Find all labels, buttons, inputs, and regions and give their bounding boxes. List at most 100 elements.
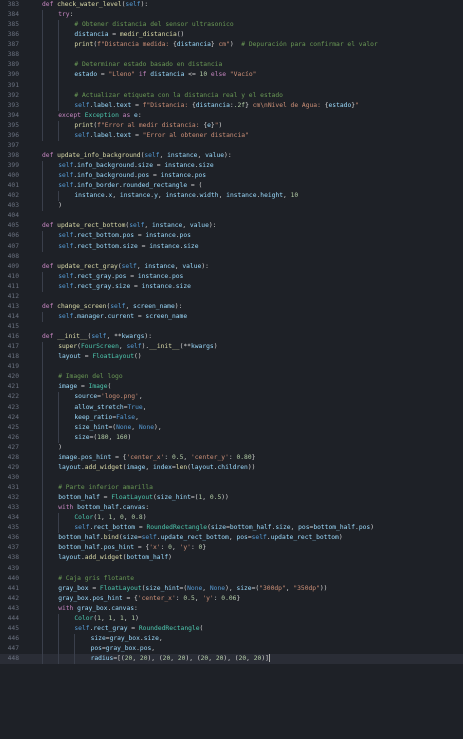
code-token: , <box>112 514 120 522</box>
code-line[interactable]: 393 self.label.text = f"Distancia: {dista… <box>0 100 463 111</box>
code-line[interactable]: 396 self.label.text = "Error al obtener d… <box>0 130 463 141</box>
indent-guide <box>58 402 60 413</box>
line-number: 431 <box>7 484 19 491</box>
code-line[interactable]: 436 bottom_half.bind(size=self.update_rec… <box>0 533 463 544</box>
code-token: , <box>100 514 109 522</box>
code-token: self <box>58 242 74 250</box>
code-line[interactable]: 408 <box>0 252 463 262</box>
code-line[interactable]: 442 gray_box.pos_hint = {'center_x': 0.5,… <box>0 593 463 604</box>
code-line[interactable]: 404 <box>0 211 463 221</box>
code-line[interactable]: 426 size=(180, 160) <box>0 432 463 443</box>
code-editor[interactable]: 383 def check_water_level(self): 384 try: 38… <box>0 0 463 739</box>
code-token: = <box>153 162 165 169</box>
code-line[interactable]: 390 estado = "Lleno" if distancia <= 10 e… <box>0 70 463 81</box>
code-line[interactable]: 438 layout.add_widget(bottom_half) <box>0 553 463 564</box>
code-line[interactable]: 391 <box>0 80 463 91</box>
code-line[interactable]: 430 <box>0 472 463 483</box>
code-line[interactable]: 441 gray_box = FloatLayout(size_hint=(Non… <box>0 583 463 594</box>
code-line[interactable]: 440 # Caja gris flotante <box>0 573 463 584</box>
code-line[interactable]: 405 def update_rect_bottom(self, instance… <box>0 221 463 231</box>
code-token: , <box>208 655 216 663</box>
code-line[interactable]: 387 print(f"Distancia medida: {distancia}… <box>0 40 463 51</box>
code-line[interactable]: 416 def __init__(self, **kwargs): <box>0 332 463 342</box>
code-line[interactable]: 443 with gray_box.canvas: <box>0 603 463 614</box>
indent-guide <box>42 171 43 182</box>
code-line[interactable]: 409 def update_rect_gray(self, instance, … <box>0 262 463 272</box>
code-line[interactable]: 437 bottom_half.pos_hint = {'x': 0, 'y': … <box>0 543 463 554</box>
code-line[interactable]: 407 self.rect_bottom.size = instance.size <box>0 241 463 252</box>
code-token: " <box>355 101 359 109</box>
code-line[interactable]: 444 Color(1, 1, 1, 1) <box>0 613 463 624</box>
code-line[interactable]: 386 distancia = medir_distancia() <box>0 30 463 41</box>
code-token: cm\nNivel de Agua: <box>248 101 325 109</box>
code-line[interactable]: 406 self.rect_bottom.pos = instance.pos <box>0 231 463 242</box>
code-text: layout.add_widget(bottom_half) <box>58 553 172 563</box>
code-line[interactable]: 395 print(f"Error al medir distancia: {e}… <box>0 120 463 131</box>
code-line[interactable]: 397 <box>0 141 463 151</box>
code-line[interactable]: 402 instance.x, instance.y, instance.widt… <box>0 191 463 202</box>
code-line[interactable]: 424 keep_ratio=False, <box>0 412 463 423</box>
code-line[interactable]: 401 self.info_border.rounded_rectangle = … <box>0 181 463 192</box>
code-token: pos_hint <box>103 544 135 552</box>
code-token: rect_gray <box>93 624 128 632</box>
code-line[interactable]: 398 def update_info_background(self, inst… <box>0 151 463 161</box>
code-token: = <box>99 494 112 502</box>
code-line[interactable]: 445 self.rect_gray = RoundedRectangle( <box>0 623 463 634</box>
code-line[interactable]: 403) <box>0 201 463 212</box>
code-text: # Obtener distancia del sensor ultrasoni… <box>74 20 233 30</box>
code-line[interactable]: 439 <box>0 563 463 574</box>
code-token: if <box>135 71 151 79</box>
code-line[interactable]: 435 self.rect_bottom = RoundedRectangle(s… <box>0 523 463 534</box>
code-line[interactable]: 417 super(FourScreen, self).__init__(**kw… <box>0 342 463 353</box>
code-line[interactable]: 428 image.pos_hint = {'center_x': 0.5, 'c… <box>0 452 463 463</box>
code-token: = { <box>134 544 150 552</box>
code-line[interactable]: 429 layout.add_widget(image, index=len(la… <box>0 462 463 473</box>
code-line[interactable]: 434 Color(1, 1, 0, 0.8) <box>0 513 463 524</box>
code-text: def update_rect_gray(self, instance, val… <box>42 262 209 272</box>
code-line[interactable]: 419 <box>0 362 463 373</box>
code-line[interactable]: 423 allow_stretch=True, <box>0 402 463 413</box>
code-line[interactable]: 418 layout = FloatLayout() <box>0 352 463 363</box>
code-text: size_hint=(None, None), <box>74 423 161 433</box>
code-line[interactable]: 446 size=gray_box.size, <box>0 633 463 644</box>
code-token: size <box>275 524 291 532</box>
code-text: # Parte inferior amarilla <box>58 483 153 493</box>
code-line[interactable]: 431 # Parte inferior amarilla <box>0 483 463 494</box>
code-token: pos <box>90 645 102 652</box>
code-line[interactable]: 400 self.info_background.pos = instance.p… <box>0 171 463 182</box>
code-token: instance <box>167 151 198 159</box>
indent-guide <box>42 311 43 322</box>
code-line[interactable]: 421 image = Image( <box>0 382 463 393</box>
code-line[interactable]: 410 self.rect_gray.pos = instance.pos <box>0 271 463 282</box>
code-line[interactable]: 394 except Exception as e: <box>0 110 463 121</box>
code-line[interactable]: 389 # Determinar estado basado en distanc… <box>0 60 463 71</box>
line-number: 447 <box>7 645 19 652</box>
code-line[interactable]: 433 with bottom_half.canvas: <box>0 503 463 514</box>
code-line[interactable]: 392 # Actualizar etiqueta con la distanci… <box>0 90 463 101</box>
code-line[interactable]: 425 size_hint=(None, None), <box>0 422 463 433</box>
code-line[interactable]: 427) <box>0 442 463 453</box>
code-line[interactable]: 412 <box>0 292 463 302</box>
code-line[interactable]: 420 # Imagen del logo <box>0 372 463 383</box>
code-line[interactable]: 422 source='logo.png', <box>0 392 463 403</box>
indent-guide <box>42 613 43 624</box>
code-line[interactable]: 411 self.rect_gray.size = instance.size <box>0 281 463 292</box>
code-line[interactable]: 415 <box>0 322 463 332</box>
code-token: source <box>74 393 98 401</box>
code-line[interactable]: 385 # Obtener distancia del sensor ultras… <box>0 20 463 31</box>
code-token: =( <box>179 584 188 592</box>
code-line[interactable]: 383 def check_water_level(self): <box>0 0 463 10</box>
code-token: canvas <box>111 604 135 612</box>
code-line[interactable]: 388 <box>0 50 463 61</box>
code-line[interactable]: 413 def change_screen(self, screen_name): <box>0 302 463 312</box>
code-line[interactable]: 448 radius=[(20, 20), (20, 20), (20, 20),… <box>0 654 463 665</box>
code-line[interactable]: 399 self.info_background.size = instance.… <box>0 161 463 172</box>
code-token: instance <box>151 222 183 230</box>
code-token: pos_hint <box>80 453 112 461</box>
code-line[interactable]: 432 bottom_half = FloatLayout(size_hint=(… <box>0 493 463 504</box>
code-line[interactable]: 414 self.manager.current = screen_name <box>0 311 463 322</box>
code-line[interactable]: 384 try: <box>0 10 463 21</box>
code-line[interactable]: 447 pos=gray_box.pos, <box>0 644 463 655</box>
code-token: = { <box>111 453 127 461</box>
line-number: 398 <box>7 151 19 159</box>
